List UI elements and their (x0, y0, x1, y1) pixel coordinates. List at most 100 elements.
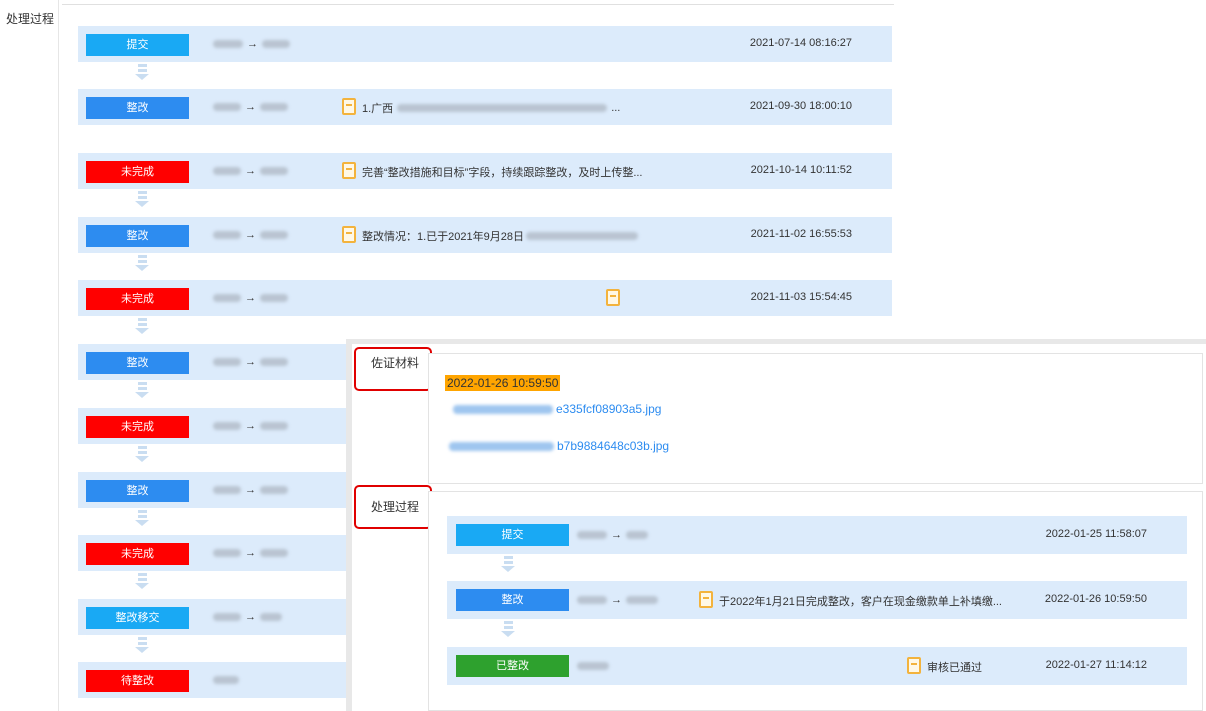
redacted-name (260, 486, 288, 494)
note-icon[interactable] (907, 657, 921, 674)
timestamp: 2021-09-30 18:00:10 (749, 100, 852, 112)
transfer-arrow-icon: → (245, 229, 256, 241)
redacted-filename (449, 441, 554, 451)
evidence-panel: 2022-01-26 10:59:50 e335fcf08903a5.jpg b… (428, 353, 1203, 484)
down-arrow-icon (134, 635, 150, 663)
note-icon[interactable] (606, 289, 620, 306)
status-badge: 提交 (456, 524, 569, 546)
process-row: 整改 → 1.广西 ... 2021-09-30 18:00:10 (78, 89, 892, 125)
redacted-name (213, 40, 243, 48)
note-text: 于2022年1月21日完成整改，客户在现金缴款单上补填缴... (719, 596, 1002, 608)
down-arrow-icon (500, 554, 516, 582)
note-text: 完善“整改措施和目标”字段，持续跟踪整改，及时上传整... (362, 167, 643, 179)
note-visible: 1.广西 (362, 103, 394, 115)
note-text: 审核已通过 (927, 662, 982, 674)
down-arrow-icon (134, 189, 150, 217)
status-badge: 未完成 (86, 161, 189, 183)
status-badge: 整改 (86, 480, 189, 502)
redacted-name (577, 596, 607, 604)
redacted-name (260, 422, 288, 430)
down-arrow-icon (500, 619, 516, 647)
file-link[interactable]: b7b9884648c03b.jpg (449, 439, 669, 453)
handler-name (577, 660, 609, 672)
handler-transfer: → (213, 229, 288, 241)
status-badge: 整改 (86, 225, 189, 247)
redacted-name (213, 358, 241, 366)
transfer-arrow-icon: → (245, 484, 256, 496)
status-badge: 整改 (86, 97, 189, 119)
process-row: 整改 → 整改情况：1.已于2021年9月28日 2021-11-02 16:5… (78, 217, 892, 253)
handler-transfer: → (213, 547, 288, 559)
redacted-name (213, 549, 241, 557)
down-arrow-icon (134, 380, 150, 408)
timestamp: 2022-01-27 11:14:12 (1045, 659, 1147, 671)
left-divider (58, 0, 59, 711)
process-section-label: 处理过程 (6, 12, 55, 26)
detail-popup: 佐证材料 2022-01-26 10:59:50 e335fcf08903a5.… (346, 339, 1206, 711)
down-arrow-icon (134, 444, 150, 472)
transfer-arrow-icon: → (247, 38, 258, 50)
status-badge: 未完成 (86, 543, 189, 565)
redacted-name (262, 40, 290, 48)
status-badge: 未完成 (86, 416, 189, 438)
file-link[interactable]: e335fcf08903a5.jpg (453, 402, 661, 416)
timestamp: 2021-10-14 10:11:52 (750, 164, 852, 176)
process-label-highlight (354, 485, 432, 529)
timestamp: 2022-01-26 10:59:50 (1044, 593, 1147, 605)
process-row: 未完成 → 2021-11-03 15:54:45 (78, 280, 892, 316)
transfer-arrow-icon: → (245, 420, 256, 432)
handler-transfer: → (213, 611, 282, 623)
note-icon[interactable] (342, 226, 356, 243)
handler-transfer: → (213, 484, 288, 496)
timestamp: 2021-11-03 15:54:45 (750, 291, 852, 303)
redacted-filename (453, 404, 553, 414)
evidence-label-highlight (354, 347, 432, 391)
status-badge: 整改移交 (86, 607, 189, 629)
redacted-name (577, 662, 609, 670)
note-icon[interactable] (342, 162, 356, 179)
status-badge: 已整改 (456, 655, 569, 677)
redacted-text (526, 232, 638, 240)
process-row: 已整改 审核已通过 2022-01-27 11:14:12 (447, 647, 1187, 685)
status-badge: 待整改 (86, 670, 189, 692)
note-visible: 整改情况：1.已于2021年9月28日 (362, 231, 524, 243)
transfer-arrow-icon: → (245, 356, 256, 368)
handler-transfer: → (577, 594, 658, 606)
redacted-name (626, 596, 658, 604)
redacted-name (213, 103, 241, 111)
transfer-arrow-icon: → (245, 292, 256, 304)
timestamp: 2021-07-14 08:16:27 (749, 37, 852, 49)
handler-transfer: → (213, 420, 288, 432)
redacted-name (213, 486, 241, 494)
redacted-name (213, 294, 241, 302)
top-rule (62, 4, 894, 5)
status-badge: 未完成 (86, 288, 189, 310)
transfer-arrow-icon: → (245, 611, 256, 623)
file-name[interactable]: e335fcf08903a5.jpg (556, 402, 661, 416)
status-badge: 整改 (86, 352, 189, 374)
timestamp: 2022-01-25 11:58:07 (1045, 528, 1147, 540)
redacted-text (397, 104, 608, 112)
file-name[interactable]: b7b9884648c03b.jpg (557, 439, 669, 453)
redacted-name (260, 103, 288, 111)
redacted-name (626, 531, 648, 539)
timestamp: 2021-11-02 16:55:53 (750, 228, 852, 240)
redacted-name (260, 613, 282, 621)
down-arrow-icon (134, 253, 150, 281)
process-row: 整改 → 于2022年1月21日完成整改，客户在现金缴款单上补填缴... 202… (447, 581, 1187, 619)
note-icon[interactable] (699, 591, 713, 608)
status-badge: 提交 (86, 34, 189, 56)
redacted-name (213, 422, 241, 430)
process-row: 提交 → 2022-01-25 11:58:07 (447, 516, 1187, 554)
transfer-arrow-icon: → (611, 594, 622, 606)
redacted-name (213, 613, 241, 621)
down-arrow-icon (134, 571, 150, 599)
redacted-name (260, 231, 288, 239)
handler-transfer (213, 674, 239, 686)
note-ellipsis: ... (611, 102, 621, 114)
note-icon[interactable] (342, 98, 356, 115)
redacted-name (577, 531, 607, 539)
redacted-name (260, 294, 288, 302)
handler-transfer: → (213, 292, 288, 304)
redacted-name (213, 676, 239, 684)
